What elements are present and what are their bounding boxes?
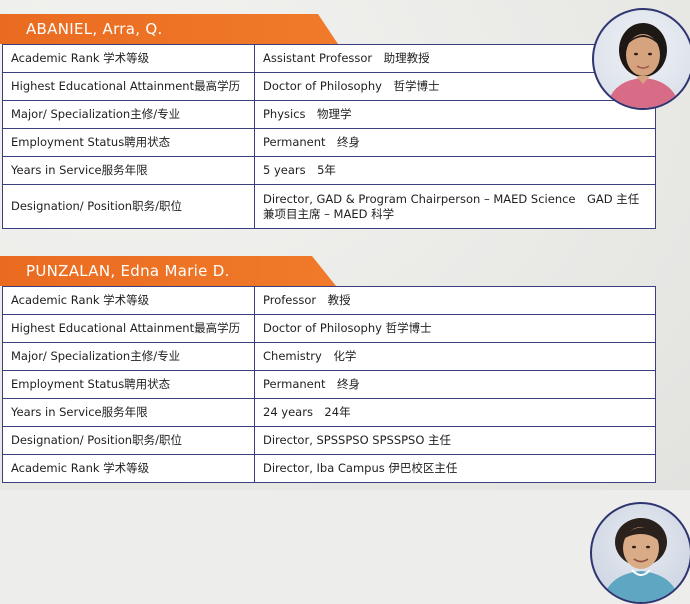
profile-name-banner: ABANIEL, Arra, Q. <box>0 14 338 44</box>
table-row: Major/ Specialization主修/专业 Physics 物理学 <box>2 100 656 129</box>
profile-info-table: Academic Rank 学术等级 Assistant Professor 助… <box>2 44 656 229</box>
table-row: Highest Educational Attainment最高学历 Docto… <box>2 314 656 343</box>
row-label: Employment Status聘用状态 <box>2 370 255 399</box>
row-label: Highest Educational Attainment最高学历 <box>2 72 255 101</box>
row-label: Designation/ Position职务/职位 <box>2 184 255 229</box>
row-value: Chemistry 化学 <box>254 342 656 371</box>
row-value: 24 years 24年 <box>254 398 656 427</box>
row-label: Academic Rank 学术等级 <box>2 454 255 483</box>
row-label: Years in Service服务年限 <box>2 156 255 185</box>
row-label: Employment Status聘用状态 <box>2 128 255 157</box>
row-label: Highest Educational Attainment最高学历 <box>2 314 255 343</box>
row-label: Academic Rank 学术等级 <box>2 286 255 315</box>
table-row: Years in Service服务年限 24 years 24年 <box>2 398 656 427</box>
profile-photo <box>590 502 690 604</box>
row-label: Years in Service服务年限 <box>2 398 255 427</box>
row-value: Permanent 终身 <box>254 370 656 399</box>
row-value: Director, GAD & Program Chairperson – MA… <box>254 184 656 229</box>
row-label: Major/ Specialization主修/专业 <box>2 342 255 371</box>
row-label: Designation/ Position职务/职位 <box>2 426 255 455</box>
profile-name-banner: PUNZALAN, Edna Marie D. <box>0 256 336 286</box>
portrait-illustration <box>602 518 680 602</box>
table-row: Major/ Specialization主修/专业 Chemistry 化学 <box>2 342 656 371</box>
row-value: Director, Iba Campus 伊巴校区主任 <box>254 454 656 483</box>
row-value: Doctor of Philosophy 哲学博士 <box>254 314 656 343</box>
faculty-profile-abaniel: ABANIEL, Arra, Q. Academic Rank 学术等级 Ass… <box>0 8 690 229</box>
faculty-profile-punzalan: PUNZALAN, Edna Marie D. Academic Rank 学术… <box>0 256 690 604</box>
portrait-illustration <box>606 23 680 108</box>
profile-photo <box>592 8 690 110</box>
row-value: Director, SPSSPSO SPSSPSO 主任 <box>254 426 656 455</box>
table-row: Academic Rank 学术等级 Assistant Professor 助… <box>2 44 656 73</box>
profile-name: PUNZALAN, Edna Marie D. <box>26 262 230 280</box>
row-value: Professor 教授 <box>254 286 656 315</box>
table-row: Years in Service服务年限 5 years 5年 <box>2 156 656 185</box>
table-row: Academic Rank 学术等级 Professor 教授 <box>2 286 656 315</box>
table-row: Highest Educational Attainment最高学历 Docto… <box>2 72 656 101</box>
table-row: Designation/ Position职务/职位 Director, SPS… <box>2 426 656 455</box>
row-label: Academic Rank 学术等级 <box>2 44 255 73</box>
profile-info-table: Academic Rank 学术等级 Professor 教授 Highest … <box>2 286 656 483</box>
row-label: Major/ Specialization主修/专业 <box>2 100 255 129</box>
table-row: Designation/ Position职务/职位 Director, GAD… <box>2 184 656 229</box>
table-row: Employment Status聘用状态 Permanent 终身 <box>2 128 656 157</box>
row-value: Physics 物理学 <box>254 100 656 129</box>
table-row: Academic Rank 学术等级 Director, Iba Campus … <box>2 454 656 483</box>
row-value: 5 years 5年 <box>254 156 656 185</box>
row-value: Permanent 终身 <box>254 128 656 157</box>
profile-name: ABANIEL, Arra, Q. <box>26 20 163 38</box>
table-row: Employment Status聘用状态 Permanent 终身 <box>2 370 656 399</box>
